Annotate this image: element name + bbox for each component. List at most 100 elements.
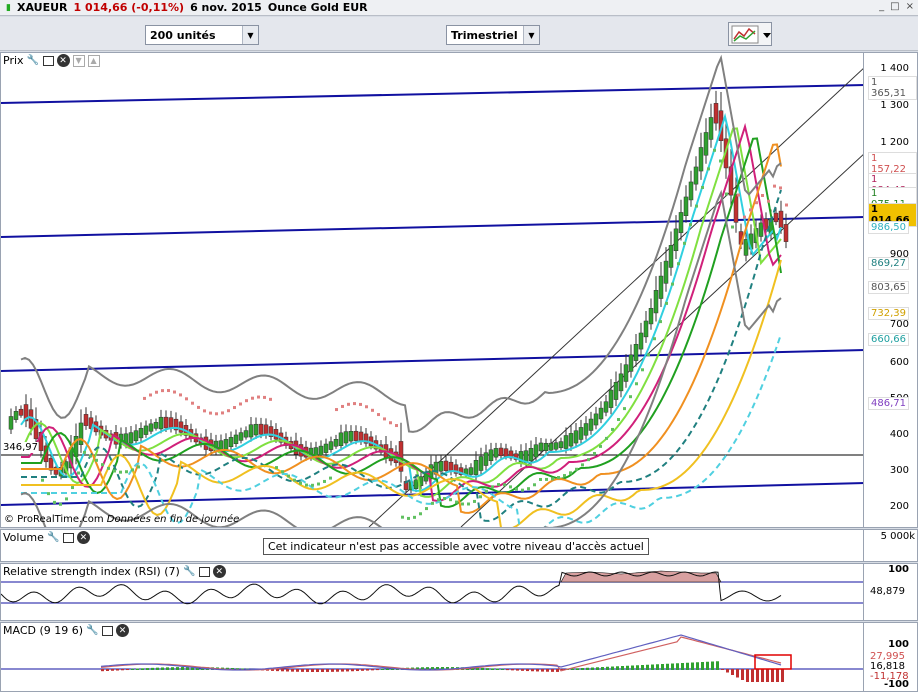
sar-dot <box>551 477 554 481</box>
candle-body <box>783 224 789 242</box>
macd-histogram-bar <box>181 667 184 670</box>
macd-histogram-bar <box>591 667 594 670</box>
chart-type-button[interactable] <box>728 22 772 46</box>
macd-histogram-bar <box>596 667 599 670</box>
chevron-down-icon: ▼ <box>242 26 258 44</box>
candle-body <box>713 103 719 124</box>
sar-dot <box>587 458 590 462</box>
macd-histogram-bar <box>496 668 499 670</box>
macd-histogram-bar <box>526 669 529 672</box>
macd-histogram-bar <box>756 669 759 682</box>
sar-dot <box>623 407 626 411</box>
candle-body <box>443 460 449 471</box>
sar-dot <box>491 485 494 489</box>
window-icon[interactable] <box>198 566 210 577</box>
candle-body <box>758 222 764 237</box>
macd-histogram-bar <box>556 669 559 672</box>
price-tick: 400 <box>889 429 909 440</box>
move-down-icon[interactable]: ▼ <box>72 54 85 67</box>
candle-body <box>318 445 324 456</box>
candle-body <box>583 423 589 436</box>
sar-dot <box>545 477 548 481</box>
sar-dot <box>65 497 68 501</box>
sar-dot <box>455 500 458 504</box>
sar-dot <box>131 468 134 472</box>
macd-histogram-bar <box>726 669 729 673</box>
macd-histogram-bar <box>301 669 304 672</box>
candle-body <box>573 430 579 444</box>
macd-histogram-bar <box>306 669 309 672</box>
candle-body <box>533 444 539 458</box>
wrench-icon[interactable]: 🔧 <box>27 54 40 67</box>
wrench-icon[interactable]: 🔧 <box>183 565 196 578</box>
macd-histogram-bar <box>761 669 764 682</box>
sar-dot <box>95 458 98 462</box>
sar-dot <box>215 412 218 416</box>
move-up-icon[interactable]: ▲ <box>87 54 100 67</box>
candle-body <box>678 212 684 234</box>
sar-dot <box>71 486 74 490</box>
close-icon[interactable]: ✕ <box>212 565 226 578</box>
macd-histogram-bar <box>621 666 624 670</box>
volume-tick: 5 000k <box>880 531 915 542</box>
sar-dot <box>287 474 290 478</box>
candle-body <box>683 196 689 216</box>
period-select[interactable]: Trimestriel ▼ <box>446 25 540 45</box>
close-button[interactable]: × <box>906 1 914 12</box>
window-icon[interactable] <box>102 625 114 636</box>
wrench-icon[interactable]: 🔧 <box>86 624 99 637</box>
macd-histogram-bar <box>146 668 149 670</box>
sar-dot <box>47 492 50 496</box>
window-icon[interactable] <box>62 532 74 543</box>
rsi-panel-label: Relative strength index (RSI) (7) <box>3 565 180 578</box>
toolbar: 200 unités ▼ Trimestriel ▼ <box>0 17 918 51</box>
candle-body <box>253 423 259 436</box>
candle-body <box>543 443 549 452</box>
minimize-button[interactable]: _ <box>879 1 884 12</box>
macd-histogram-bar <box>686 662 689 670</box>
sar-dot <box>701 186 704 189</box>
macd-histogram-bar <box>696 662 699 670</box>
sar-dot <box>779 186 782 190</box>
sar-dot <box>539 477 542 481</box>
close-icon[interactable]: ✕ <box>76 531 90 544</box>
units-select[interactable]: 200 unités ▼ <box>145 25 259 45</box>
sar-dot <box>497 483 500 487</box>
chart-footer: © ProRealTime.com Données en fin de jour… <box>4 514 239 525</box>
macd-histogram-bar <box>386 668 389 670</box>
macd-histogram-bar <box>106 669 109 671</box>
sar-dot <box>695 204 698 208</box>
candle-body <box>148 423 154 432</box>
macd-histogram-bar <box>711 661 714 670</box>
symbol-label: XAUEUR <box>17 1 68 14</box>
candle-body <box>78 422 84 445</box>
price-chart[interactable] <box>1 53 865 527</box>
price-tag: 732,39 <box>868 307 909 320</box>
macd-histogram-bar <box>516 669 519 671</box>
sar-dot <box>227 409 230 413</box>
sar-dot <box>767 199 770 203</box>
sar-dot <box>773 184 776 188</box>
units-select-value: 200 unités <box>150 28 216 42</box>
macd-histogram-bar <box>771 669 774 682</box>
macd-histogram-bar <box>691 662 694 670</box>
macd-histogram-bar <box>346 669 349 672</box>
candle-body <box>638 332 644 350</box>
close-icon[interactable]: ✕ <box>56 54 70 67</box>
sar-dot <box>317 482 320 486</box>
sar-dot <box>485 489 488 493</box>
macd-chart[interactable] <box>1 623 865 691</box>
close-icon[interactable]: ✕ <box>116 624 130 637</box>
wrench-icon[interactable]: 🔧 <box>47 531 60 544</box>
channel-line <box>1 349 865 372</box>
volume-panel-label: Volume <box>3 531 44 544</box>
maximize-button[interactable]: □ <box>890 1 899 12</box>
window-icon[interactable] <box>42 55 54 66</box>
macd-histogram-bar <box>716 661 719 670</box>
sar-dot <box>659 320 662 324</box>
macd-histogram-bar <box>541 669 544 672</box>
sar-dot <box>329 476 332 480</box>
candle-body <box>28 409 34 429</box>
sar-dot <box>89 454 92 458</box>
price-tick: 200 <box>889 501 909 512</box>
